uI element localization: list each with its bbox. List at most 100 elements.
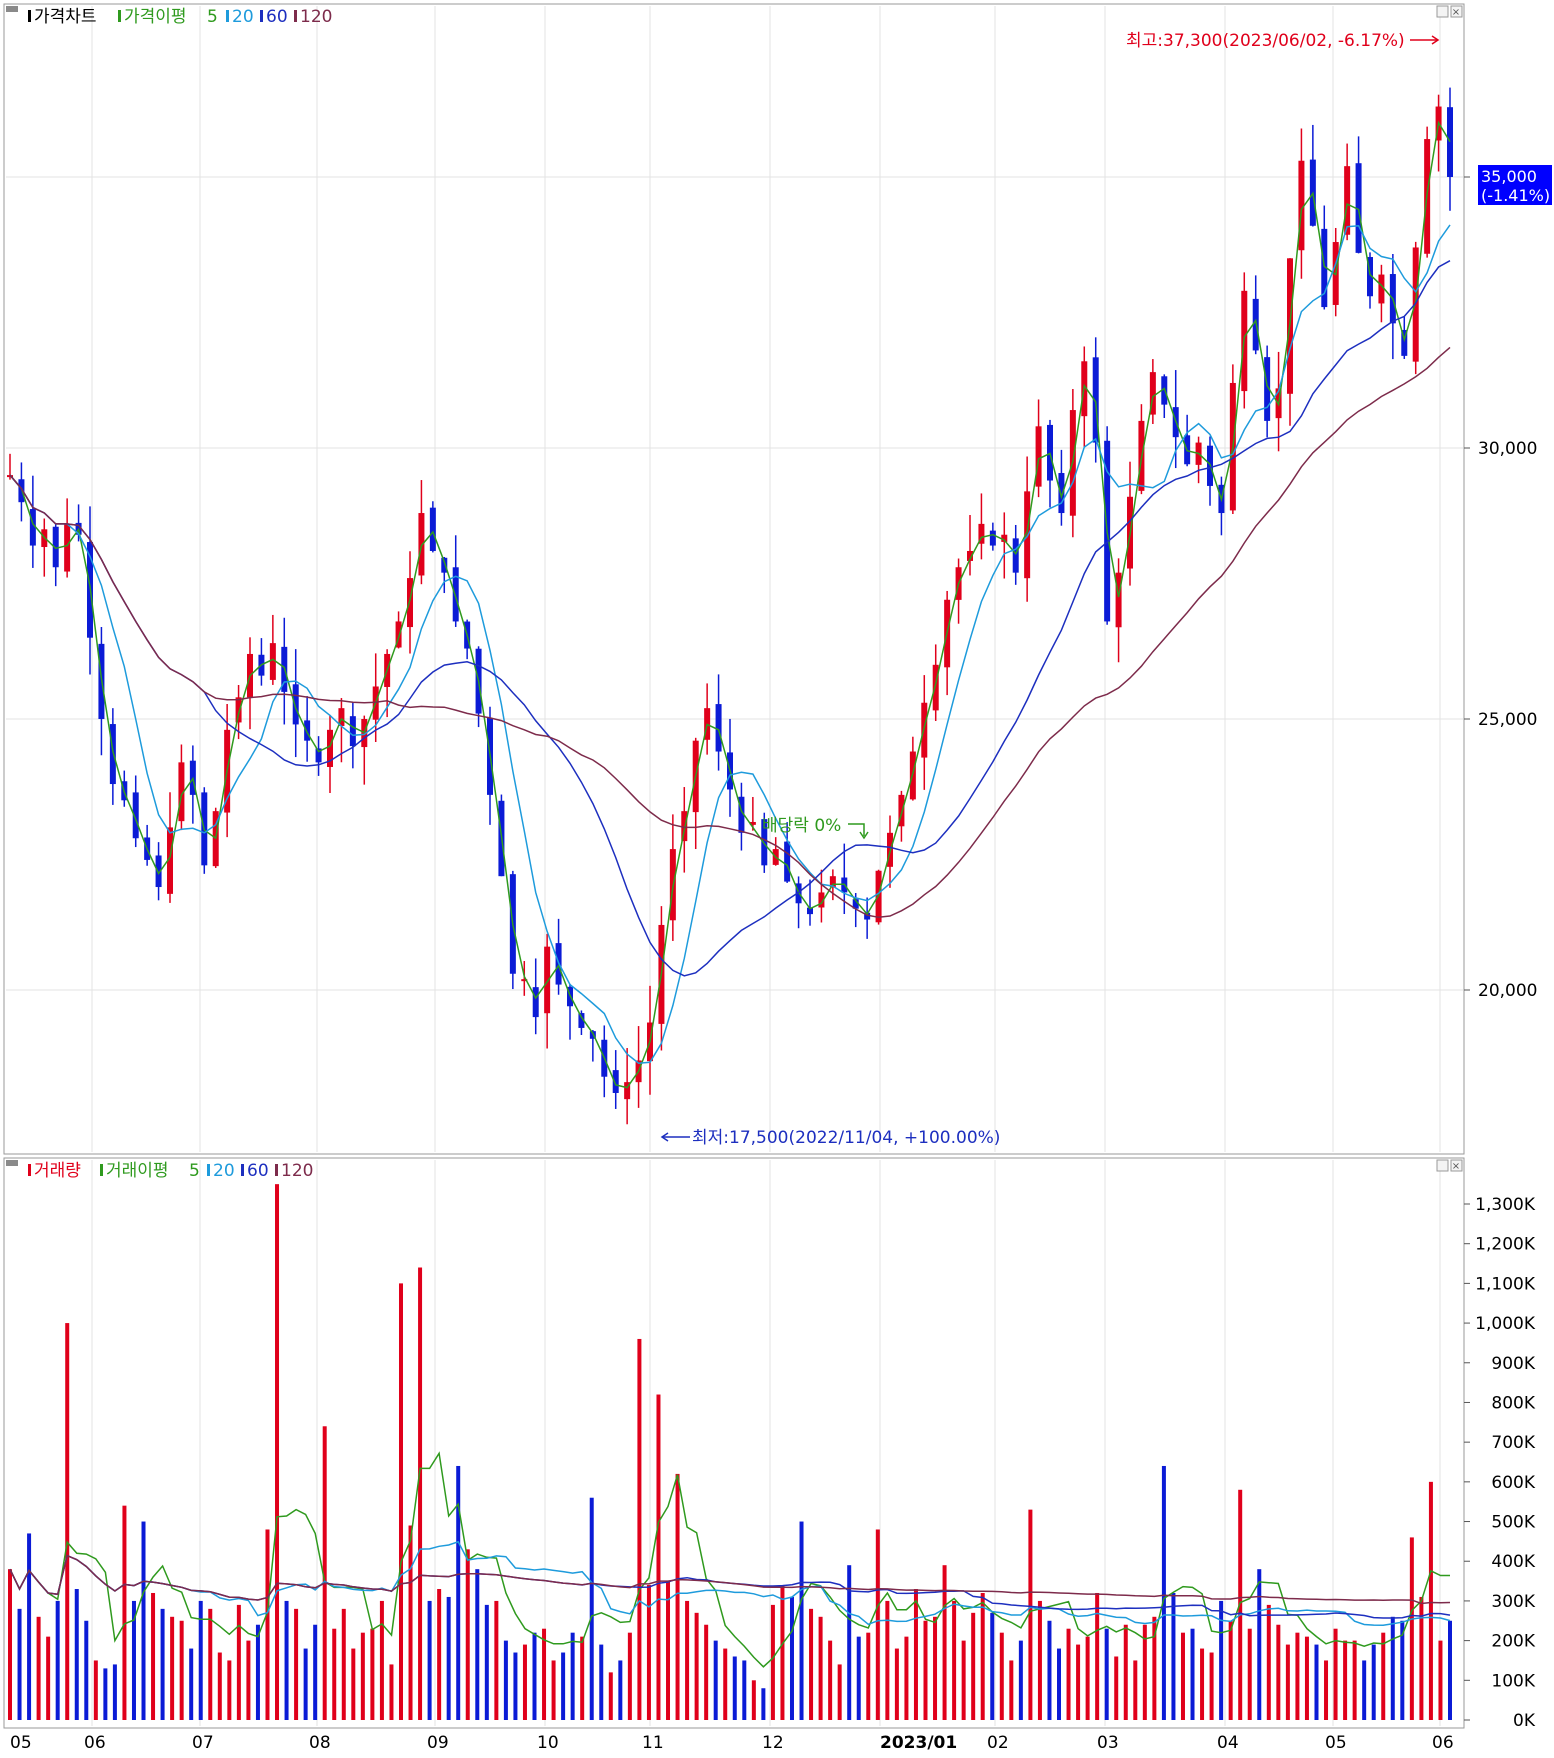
volume-bar xyxy=(1180,1632,1185,1720)
legend-vma20: 20 xyxy=(213,1161,235,1181)
volume-bar xyxy=(904,1636,909,1720)
volume-bar xyxy=(637,1338,642,1720)
volume-bar xyxy=(980,1592,985,1720)
volume-bar xyxy=(189,1648,194,1720)
volume-bar xyxy=(818,1616,823,1720)
volume-bar xyxy=(1171,1592,1176,1720)
volume-bar xyxy=(1104,1628,1109,1720)
volume-tick-label: 200K xyxy=(1491,1632,1535,1652)
candle-body xyxy=(349,716,356,747)
volume-bar xyxy=(1219,1600,1224,1720)
volume-bar xyxy=(1114,1656,1119,1720)
volume-bar xyxy=(313,1624,318,1720)
volume-bar xyxy=(65,1323,70,1720)
volume-bar xyxy=(837,1664,842,1720)
x-axis-label: 02 xyxy=(987,1733,1009,1753)
volume-bar xyxy=(1276,1624,1281,1720)
volume-bar xyxy=(1057,1648,1062,1720)
volume-bar xyxy=(551,1660,556,1720)
volume-bar xyxy=(732,1656,737,1720)
volume-bar xyxy=(360,1632,365,1720)
x-axis-label: 04 xyxy=(1217,1733,1239,1753)
volume-bar xyxy=(971,1612,976,1720)
x-axis-label: 06 xyxy=(1432,1733,1454,1753)
volume-tick-label: 400K xyxy=(1491,1552,1535,1572)
volume-bar xyxy=(265,1529,270,1720)
volume-bar xyxy=(1037,1600,1042,1720)
volume-bar xyxy=(217,1652,222,1720)
volume-bar xyxy=(1018,1640,1023,1720)
volume-bar xyxy=(1161,1465,1166,1720)
volume-tick-label: 100K xyxy=(1491,1671,1535,1691)
volume-bar xyxy=(780,1585,785,1720)
volume-bar xyxy=(332,1628,337,1720)
volume-bar xyxy=(675,1473,680,1720)
volume-bar xyxy=(503,1640,508,1720)
price-tick-label: 30,000 xyxy=(1478,439,1537,459)
x-axis-label: 05 xyxy=(10,1733,32,1753)
volume-bar xyxy=(656,1394,661,1720)
volume-bar xyxy=(599,1644,604,1720)
volume-bar xyxy=(742,1660,747,1720)
volume-bar xyxy=(122,1505,127,1720)
volume-bar xyxy=(227,1660,232,1720)
panel-collapse-icon[interactable] xyxy=(6,6,18,12)
volume-bar xyxy=(685,1600,690,1720)
volume-bar xyxy=(761,1688,766,1720)
candle-body xyxy=(407,578,413,628)
volume-bar xyxy=(1409,1537,1414,1720)
dividend-label: 배당락 0% xyxy=(762,816,841,836)
volume-bar xyxy=(170,1616,175,1720)
volume-bar xyxy=(1381,1632,1386,1720)
price-tick-label: 25,000 xyxy=(1478,710,1537,730)
legend-vma120: 120 xyxy=(281,1161,313,1181)
volume-legend: 거래량 거래이평 5 20 60 120 xyxy=(6,1160,313,1181)
candle-body xyxy=(1447,107,1453,177)
volume-bar xyxy=(36,1616,41,1720)
volume-bar xyxy=(141,1521,146,1720)
candle-body xyxy=(1012,538,1019,573)
candle xyxy=(429,501,436,553)
candle xyxy=(509,870,516,990)
volume-bar xyxy=(408,1525,413,1720)
x-axis-label: 11 xyxy=(642,1733,664,1753)
panel-collapse-icon[interactable] xyxy=(6,1160,18,1166)
x-axis-label: 05 xyxy=(1325,1733,1347,1753)
candle-body xyxy=(1035,426,1042,487)
volume-bar xyxy=(751,1680,756,1720)
volume-bar xyxy=(942,1565,947,1720)
volume-bar xyxy=(933,1616,938,1720)
volume-bar xyxy=(1362,1660,1367,1720)
volume-bar xyxy=(303,1648,308,1720)
candle xyxy=(1229,364,1236,514)
volume-bar xyxy=(1371,1644,1376,1720)
volume-tick-label: 1,300K xyxy=(1475,1195,1536,1215)
volume-bar xyxy=(46,1636,51,1720)
volume-bar xyxy=(437,1589,442,1720)
volume-bar xyxy=(589,1497,594,1720)
volume-bar xyxy=(1066,1628,1071,1720)
x-axis-label: 08 xyxy=(309,1733,331,1753)
candle-body xyxy=(784,841,791,882)
current-price-value: 35,000 xyxy=(1481,167,1537,186)
volume-bar xyxy=(999,1632,1004,1720)
volume-bar xyxy=(351,1648,356,1720)
volume-bar xyxy=(1333,1628,1338,1720)
volume-bar xyxy=(341,1608,346,1720)
volume-bar xyxy=(704,1624,709,1720)
volume-bar xyxy=(112,1664,117,1720)
x-axis-label: 09 xyxy=(427,1733,449,1753)
volume-bar xyxy=(103,1668,108,1720)
low-price-label: 최저:17,500(2022/11/04, +100.00%) xyxy=(692,1128,1000,1148)
x-axis-label: 03 xyxy=(1097,1733,1119,1753)
volume-bar xyxy=(1076,1644,1081,1720)
volume-tick-label: 700K xyxy=(1491,1433,1535,1453)
price-legend: 가격차트 가격이평 5 20 60 120 xyxy=(6,6,332,27)
volume-bar xyxy=(246,1640,251,1720)
volume-bar xyxy=(275,1184,280,1720)
volume-bar xyxy=(990,1612,995,1720)
volume-bar xyxy=(809,1608,814,1720)
candle-body xyxy=(429,507,436,551)
legend-volume-ma: 거래이평 xyxy=(106,1161,169,1181)
volume-bar xyxy=(1343,1640,1348,1720)
